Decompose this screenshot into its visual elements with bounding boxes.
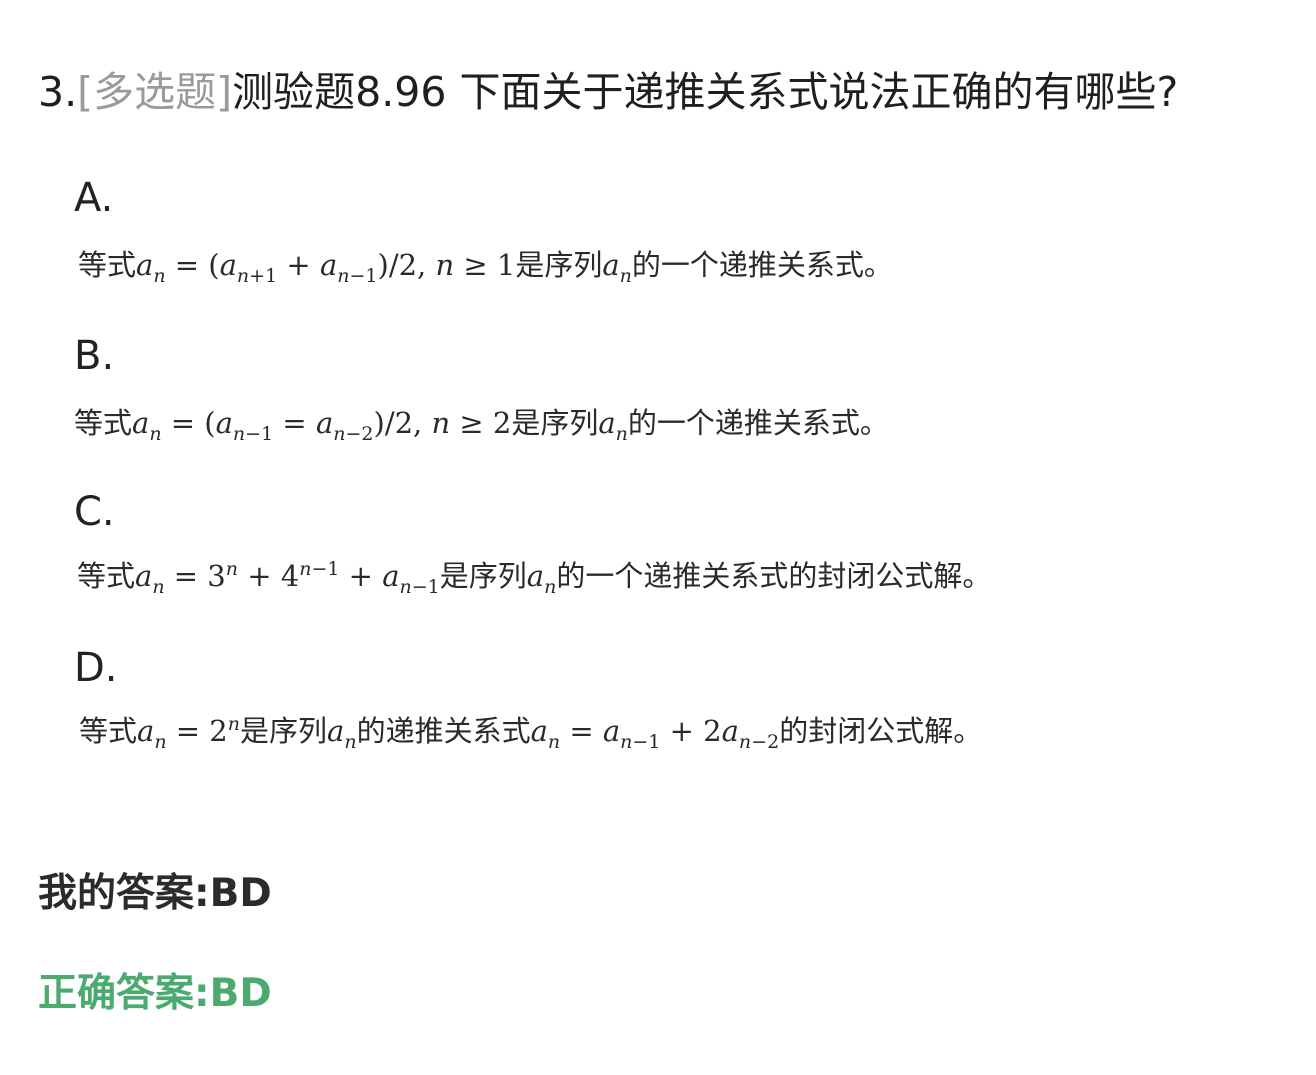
option-b-text[interactable]: 等式an = (an−1 = an−2)/2, n ≥ 2是序列an的一个递推关… — [74, 403, 889, 444]
option-d-text[interactable]: 等式an = 2n是序列an的递推关系式an = an−1 + 2an−2的封闭… — [79, 711, 982, 752]
option-c-text[interactable]: 等式an = 3n + 4n−1 + an−1是序列an的一个递推关系式的封闭公… — [77, 556, 991, 597]
option-c-letter[interactable]: C. — [74, 488, 115, 536]
correct-answer-label: 正确答案: — [38, 971, 210, 1016]
option-d-letter[interactable]: D. — [74, 644, 118, 692]
option-a-text[interactable]: 等式an = (an+1 + an−1)/2, n ≥ 1是序列an的一个递推关… — [78, 245, 893, 286]
correct-answer: 正确答案:BD — [38, 966, 272, 1022]
option-b-letter[interactable]: B. — [74, 332, 114, 380]
question-number: 3. — [38, 68, 78, 116]
my-answer-value: BD — [209, 871, 272, 916]
option-a-letter[interactable]: A. — [74, 174, 113, 222]
my-answer: 我的答案:BD — [38, 866, 272, 922]
my-answer-label: 我的答案: — [38, 871, 210, 916]
question-type: [多选题] — [77, 68, 233, 116]
question-title: 3.[多选题]测验题8.96 下面关于递推关系式说法正确的有哪些? — [38, 62, 1178, 122]
question-text: 测验题8.96 下面关于递推关系式说法正确的有哪些? — [232, 68, 1179, 116]
correct-answer-value: BD — [209, 971, 272, 1016]
